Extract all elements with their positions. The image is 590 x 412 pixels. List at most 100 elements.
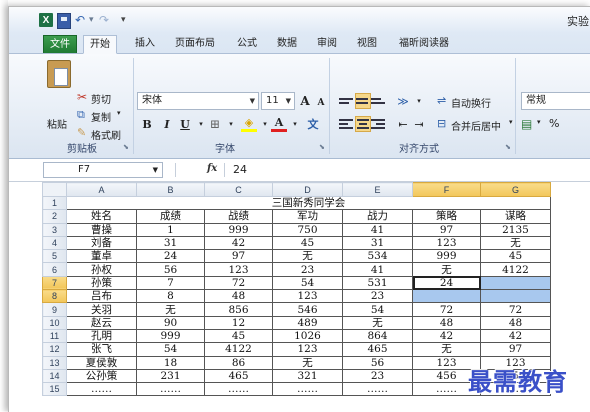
phonetic-guide-icon[interactable]: 文 — [305, 116, 321, 132]
table-cell[interactable]: 无 — [342, 315, 413, 330]
table-cell[interactable]: 42 — [412, 328, 481, 344]
column-header-c[interactable]: C — [204, 182, 273, 197]
font-color-dropdown-icon[interactable]: ▾ — [287, 116, 303, 132]
cut-button[interactable]: 剪切 — [91, 91, 111, 106]
redo-icon[interactable]: ↷ — [99, 13, 109, 27]
table-cell[interactable]: 7 — [136, 275, 205, 291]
header-cell[interactable]: 军功 — [272, 209, 343, 224]
align-middle-icon[interactable] — [355, 93, 371, 109]
table-cell[interactable]: 864 — [342, 328, 413, 344]
table-cell[interactable]: 2135 — [480, 222, 551, 237]
table-cell[interactable]: 24 — [136, 249, 205, 264]
table-cell[interactable]: 72 — [480, 302, 551, 317]
tab-formulas[interactable]: 公式 — [231, 35, 263, 52]
table-cell[interactable]: 无 — [480, 235, 551, 251]
table-cell[interactable]: 1 — [136, 222, 205, 237]
merge-center-icon[interactable]: ⊟ — [437, 117, 446, 130]
row-header[interactable]: 9 — [42, 302, 67, 317]
column-header-f[interactable]: F — [412, 182, 481, 197]
clipboard-launcher-icon[interactable]: ⬊ — [123, 143, 129, 151]
border-icon[interactable]: ⊞ — [207, 116, 223, 132]
paste-button[interactable]: 粘贴 — [47, 116, 67, 131]
italic-button[interactable]: I — [159, 116, 175, 132]
table-cell[interactable]: 张飞 — [66, 342, 137, 357]
table-cell[interactable]: 489 — [272, 315, 343, 330]
table-cell[interactable]: 23 — [342, 289, 413, 304]
accounting-format-icon[interactable]: ▤ — [521, 117, 532, 131]
font-size-dropdown[interactable]: 11 ▼ — [261, 92, 295, 110]
undo-icon[interactable]: ↶ — [75, 13, 85, 27]
table-cell[interactable]: 750 — [272, 222, 343, 237]
table-cell[interactable]: 公孙策 — [66, 368, 137, 384]
table-cell[interactable]: …… — [272, 382, 343, 397]
align-bottom-icon[interactable] — [371, 93, 387, 109]
row-header[interactable]: 7 — [42, 275, 67, 291]
header-cell[interactable]: 谋略 — [480, 209, 551, 224]
table-cell[interactable]: 31 — [342, 235, 413, 251]
table-cell[interactable]: 关羽 — [66, 302, 137, 317]
table-cell[interactable]: 23 — [272, 262, 343, 277]
undo-dropdown-icon[interactable]: ▾ — [89, 13, 94, 27]
table-cell[interactable]: 97 — [412, 222, 481, 237]
select-all-corner[interactable] — [42, 182, 67, 197]
active-cell[interactable]: 24 — [412, 275, 481, 291]
table-cell[interactable]: 无 — [272, 249, 343, 264]
wrap-text-button[interactable]: 自动换行 — [451, 95, 491, 110]
selected-cell[interactable] — [412, 289, 481, 304]
accounting-dropdown-icon[interactable]: ▾ — [537, 118, 541, 126]
selected-cell[interactable] — [480, 275, 551, 291]
table-cell[interactable]: 23 — [342, 368, 413, 384]
table-cell[interactable]: 123 — [272, 342, 343, 357]
table-cell[interactable]: 无 — [272, 355, 343, 370]
orientation-icon[interactable]: ≫ — [395, 93, 411, 109]
font-name-dropdown[interactable]: 宋体 ▼ — [137, 92, 259, 110]
row-header[interactable]: 12 — [42, 342, 67, 357]
table-cell[interactable]: 56 — [342, 355, 413, 370]
header-cell[interactable]: 姓名 — [66, 209, 137, 224]
tab-insert[interactable]: 插入 — [129, 35, 161, 52]
table-cell[interactable]: 531 — [342, 275, 413, 291]
percent-style-icon[interactable]: % — [549, 117, 559, 130]
format-painter-icon[interactable]: ✎ — [77, 126, 86, 139]
row-header[interactable]: 11 — [42, 328, 67, 344]
sheet-title-cell[interactable]: 三国新秀同学会 — [66, 195, 551, 211]
row-header[interactable]: 5 — [42, 249, 67, 264]
table-cell[interactable]: 31 — [136, 235, 205, 251]
selected-cell[interactable] — [480, 289, 551, 304]
table-cell[interactable]: 856 — [204, 302, 273, 317]
table-cell[interactable]: 45 — [204, 328, 273, 344]
table-cell[interactable]: 123 — [204, 262, 273, 277]
tab-review[interactable]: 审阅 — [311, 35, 343, 52]
table-cell[interactable]: …… — [136, 382, 205, 397]
table-cell[interactable]: 无 — [412, 262, 481, 277]
table-cell[interactable]: 8 — [136, 289, 205, 304]
header-cell[interactable]: 战绩 — [204, 209, 273, 224]
row-header[interactable]: 14 — [42, 368, 67, 384]
row-header[interactable]: 15 — [42, 382, 67, 397]
align-left-icon[interactable] — [339, 116, 355, 132]
shrink-font-icon[interactable]: A — [313, 95, 329, 111]
customize-quick-access-icon[interactable]: ▾ — [121, 13, 126, 27]
copy-icon[interactable]: ⧉ — [77, 108, 85, 122]
align-top-icon[interactable] — [339, 93, 355, 109]
table-cell[interactable]: …… — [204, 382, 273, 397]
table-cell[interactable]: 4122 — [204, 342, 273, 357]
table-cell[interactable]: 赵云 — [66, 315, 137, 330]
tab-data[interactable]: 数据 — [271, 35, 303, 52]
table-cell[interactable]: 48 — [480, 315, 551, 330]
row-header[interactable]: 10 — [42, 315, 67, 330]
table-cell[interactable]: 董卓 — [66, 249, 137, 264]
alignment-launcher-icon[interactable]: ⬊ — [505, 143, 511, 151]
merge-center-button[interactable]: 合并后居中 — [451, 118, 501, 133]
grow-font-icon[interactable]: A — [297, 93, 313, 109]
table-cell[interactable]: 48 — [204, 289, 273, 304]
column-header-d[interactable]: D — [272, 182, 343, 197]
increase-indent-icon[interactable]: ⇥ — [411, 116, 427, 132]
row-header[interactable]: 4 — [42, 235, 67, 251]
row-header[interactable]: 2 — [42, 209, 67, 224]
table-cell[interactable]: 夏侯敦 — [66, 355, 137, 370]
table-cell[interactable]: 18 — [136, 355, 205, 370]
table-cell[interactable]: 12 — [204, 315, 273, 330]
tab-home[interactable]: 开始 — [83, 35, 117, 54]
table-cell[interactable]: 孙权 — [66, 262, 137, 277]
